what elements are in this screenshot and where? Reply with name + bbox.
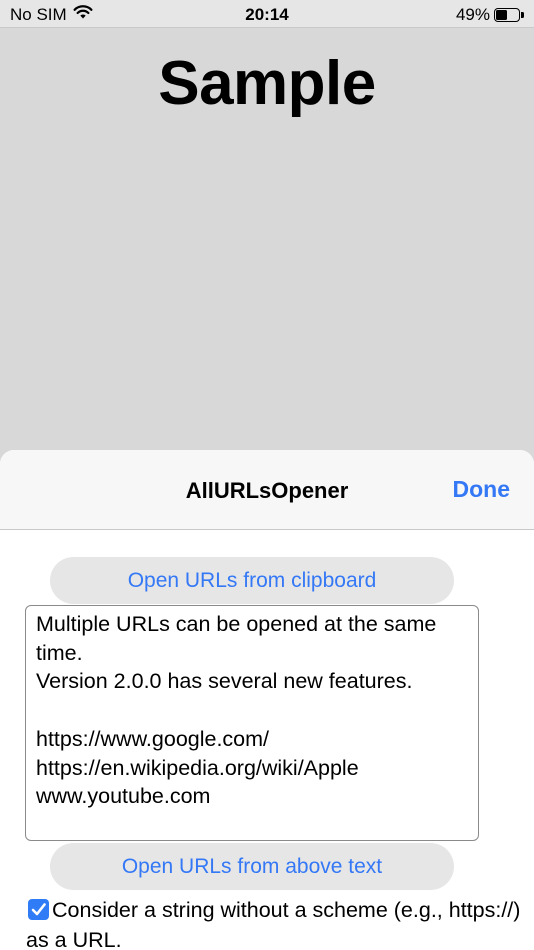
share-sheet: AllURLsOpener Done Open URLs from clipbo… [0, 450, 534, 950]
open-urls-clipboard-button[interactable]: Open URLs from clipboard [50, 557, 454, 604]
battery-icon [494, 8, 524, 22]
status-bar: No SIM 20:14 49% [0, 0, 534, 28]
scheme-option-row: Consider a string without a scheme (e.g.… [26, 895, 526, 950]
clock: 20:14 [245, 5, 289, 24]
background-title: Sample [158, 49, 376, 118]
checkmark-icon [31, 903, 46, 916]
scheme-option-label: Consider a string without a scheme (e.g.… [26, 898, 521, 950]
urls-text-area[interactable]: Multiple URLs can be opened at the same … [25, 605, 479, 841]
done-button[interactable]: Done [453, 476, 511, 503]
scheme-checkbox[interactable] [28, 899, 49, 920]
open-urls-text-button[interactable]: Open URLs from above text [50, 843, 454, 890]
battery-status: 49% [456, 5, 524, 25]
battery-percent: 49% [455, 5, 490, 24]
sheet-nav-bar: AllURLsOpener Done [0, 450, 534, 530]
